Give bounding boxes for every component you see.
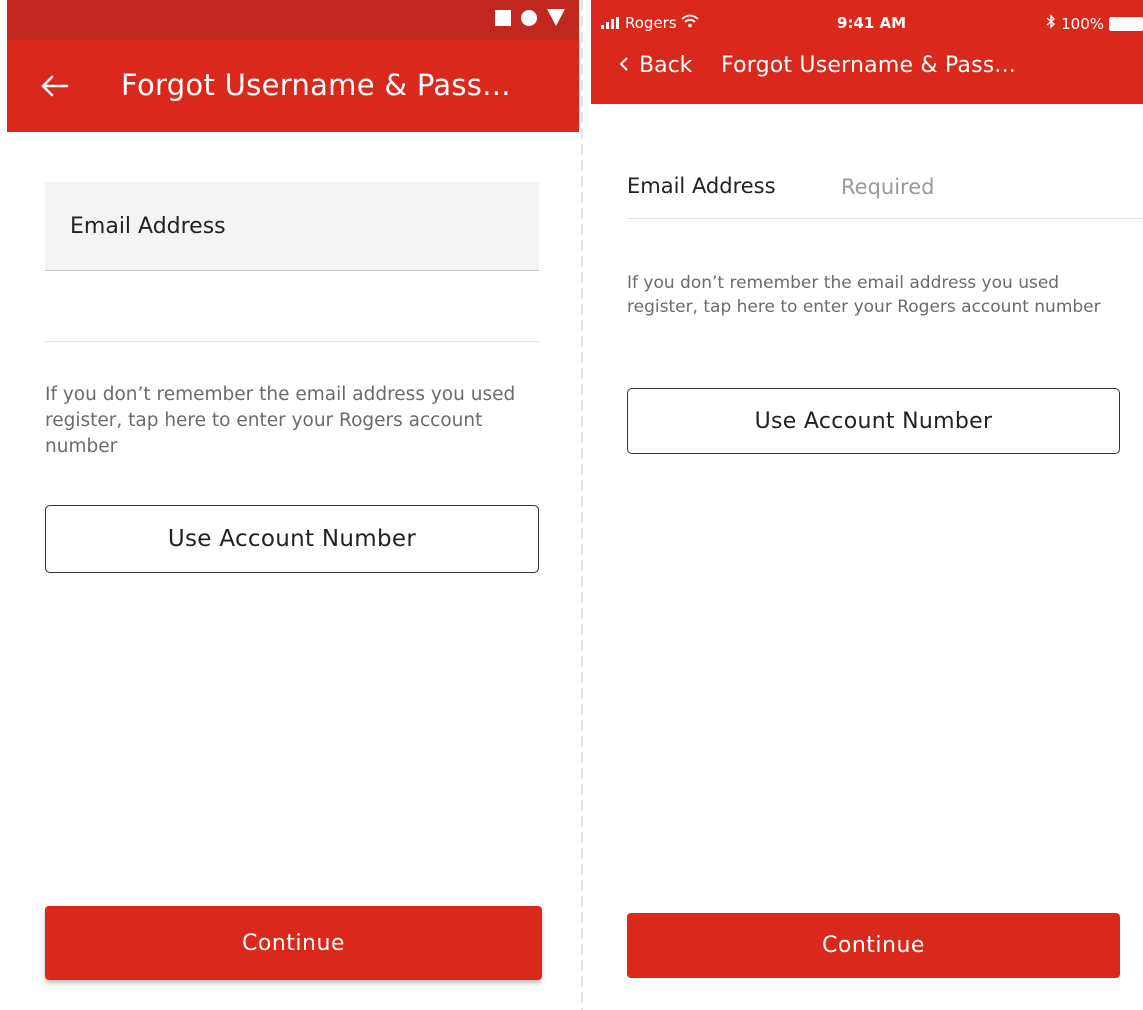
back-button[interactable]: Back — [619, 53, 692, 78]
ios-header: Rogers 9:41 AM 100% Back Forgot Username… — [591, 0, 1143, 104]
signal-icon — [601, 17, 619, 29]
wifi-icon — [681, 14, 699, 32]
ios-screen: Rogers 9:41 AM 100% Back Forgot Username… — [591, 0, 1143, 1010]
battery-percent: 100% — [1061, 14, 1104, 33]
back-label: Back — [639, 53, 693, 78]
triangle-icon — [547, 9, 565, 26]
email-field-label: Email Address — [70, 214, 226, 239]
battery-icon — [1109, 16, 1143, 31]
battery-status: 100% — [1046, 14, 1143, 33]
email-field[interactable]: Email Address — [45, 182, 539, 271]
help-text: If you don’t remember the email address … — [627, 273, 1101, 317]
android-status-bar — [7, 0, 579, 40]
help-text: If you don’t remember the email address … — [45, 384, 516, 457]
bluetooth-icon — [1046, 14, 1056, 33]
email-input[interactable] — [841, 170, 1121, 204]
arrow-left-icon[interactable] — [35, 66, 75, 106]
use-account-number-button[interactable]: Use Account Number — [627, 388, 1120, 454]
circle-icon — [521, 9, 537, 26]
divider — [45, 341, 539, 342]
chevron-left-icon — [619, 53, 629, 78]
android-app-bar: Forgot Username & Pass... — [7, 40, 579, 132]
carrier-status: Rogers — [601, 14, 699, 32]
page-title: Forgot Username & Pass... — [121, 68, 511, 102]
square-icon — [495, 9, 511, 26]
continue-button[interactable]: Continue — [45, 906, 542, 980]
page-title: Forgot Username & Pass... — [721, 53, 1016, 78]
use-account-number-button[interactable]: Use Account Number — [45, 505, 539, 573]
continue-button[interactable]: Continue — [627, 913, 1120, 978]
divider — [627, 218, 1143, 219]
android-screen: Forgot Username & Pass... Email Address … — [7, 0, 579, 1010]
carrier-name: Rogers — [625, 14, 677, 32]
status-time: 9:41 AM — [837, 14, 907, 32]
screen-divider — [581, 0, 583, 1010]
email-field-label: Email Address — [627, 174, 776, 198]
